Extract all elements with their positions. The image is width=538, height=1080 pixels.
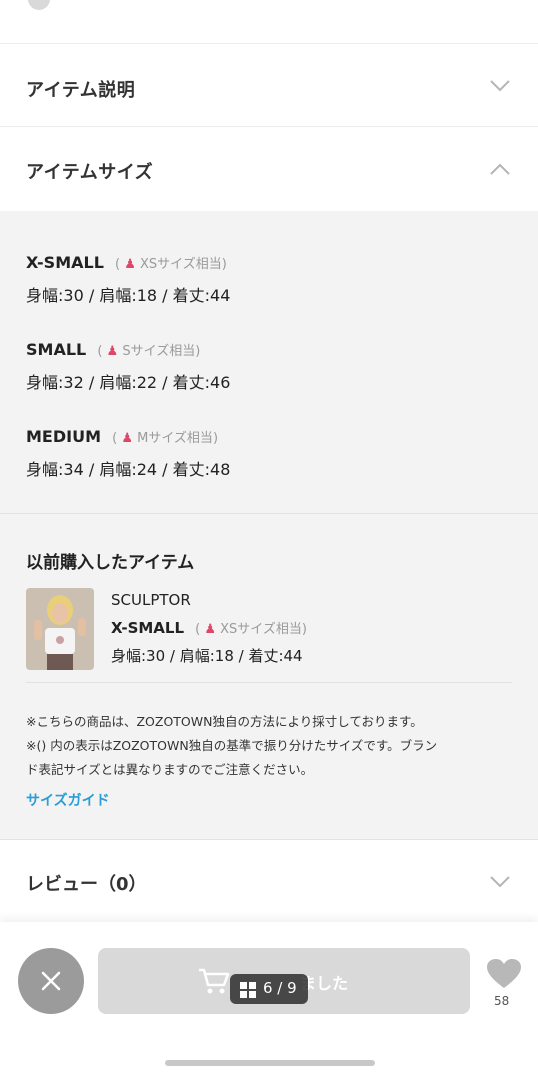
size-name: MEDIUM	[26, 427, 101, 446]
brand-name: SCULPTOR	[111, 591, 191, 609]
size-measurements: 身幅:32 / 肩幅:22 / 着丈:46	[26, 373, 231, 392]
note-text: ド表記サイズとは異なりますのでご注意ください。	[26, 762, 314, 777]
size-measurements: 身幅:30 / 肩幅:18 / 着丈:44	[26, 286, 231, 305]
size-name: X-SMALL	[111, 619, 185, 637]
size-row: X-SMALL ( ♟ XSサイズ相当) 身幅:30 / 肩幅:18 / 着丈:…	[26, 253, 230, 306]
accordion-item-description[interactable]: アイテム説明	[0, 44, 538, 127]
size-equivalent: ( ♟ Mサイズ相当)	[112, 431, 219, 446]
avatar	[28, 0, 50, 10]
size-row: SMALL ( ♟ Sサイズ相当) 身幅:32 / 肩幅:22 / 着丈:46	[26, 340, 230, 393]
top-cut-section	[0, 0, 538, 44]
bottom-action-bar: ました 6 / 9 58	[0, 922, 538, 1080]
accordion-review[interactable]: レビュー（0）	[0, 840, 538, 922]
note-text: ※こちらの商品は、ZOZOTOWN独自の方法により採寸しております。	[26, 714, 423, 729]
person-icon: ♟	[124, 257, 136, 272]
heart-icon	[487, 959, 521, 988]
size-measurements: 身幅:30 / 肩幅:18 / 着丈:44	[111, 647, 303, 665]
section-title: 以前購入したアイテム	[26, 553, 195, 573]
size-name: X-SMALL	[26, 253, 104, 272]
home-indicator[interactable]	[165, 1060, 375, 1066]
size-name: SMALL	[26, 340, 87, 359]
chevron-down-icon	[490, 80, 510, 92]
size-equivalent: ( ♟ Sサイズ相当)	[97, 344, 201, 359]
chevron-down-icon	[490, 876, 510, 888]
note-text: ※() 内の表示はZOZOTOWN独自の基準で振り分けたサイズです。ブラン	[26, 738, 438, 753]
size-equivalent: ( ♟ XSサイズ相当)	[195, 622, 307, 637]
size-list: X-SMALL ( ♟ XSサイズ相当) 身幅:30 / 肩幅:18 / 着丈:…	[0, 211, 538, 514]
person-icon: ♟	[121, 431, 133, 446]
size-equivalent: ( ♟ XSサイズ相当)	[114, 257, 227, 272]
divider	[26, 682, 512, 683]
close-button[interactable]	[18, 948, 84, 1014]
product-thumbnail[interactable]	[26, 588, 94, 670]
accordion-title: レビュー（0）	[26, 874, 147, 895]
cart-icon	[199, 968, 230, 994]
image-pager: 6 / 9	[230, 974, 308, 1004]
person-icon: ♟	[106, 344, 119, 359]
accordion-title: アイテム説明	[26, 80, 136, 101]
purchased-size: X-SMALL ( ♟ XSサイズ相当)	[111, 618, 307, 637]
close-icon	[41, 971, 61, 991]
favorite-count: 58	[494, 994, 510, 1008]
previous-purchase-section: 以前購入したアイテム SCULPTOR X-SMALL ( ♟ XSサイズ相当)…	[0, 514, 538, 840]
size-measurements: 身幅:34 / 肩幅:24 / 着丈:48	[26, 460, 231, 479]
person-icon: ♟	[204, 622, 216, 637]
size-guide-link[interactable]: サイズガイド	[26, 790, 110, 810]
chevron-up-icon	[490, 163, 510, 175]
grid-icon	[240, 982, 256, 998]
size-row: MEDIUM ( ♟ Mサイズ相当) 身幅:34 / 肩幅:24 / 着丈:48	[26, 427, 230, 480]
accordion-title: アイテムサイズ	[26, 162, 154, 183]
pager-text: 6 / 9	[263, 979, 297, 997]
accordion-item-size[interactable]: アイテムサイズ	[0, 127, 538, 211]
